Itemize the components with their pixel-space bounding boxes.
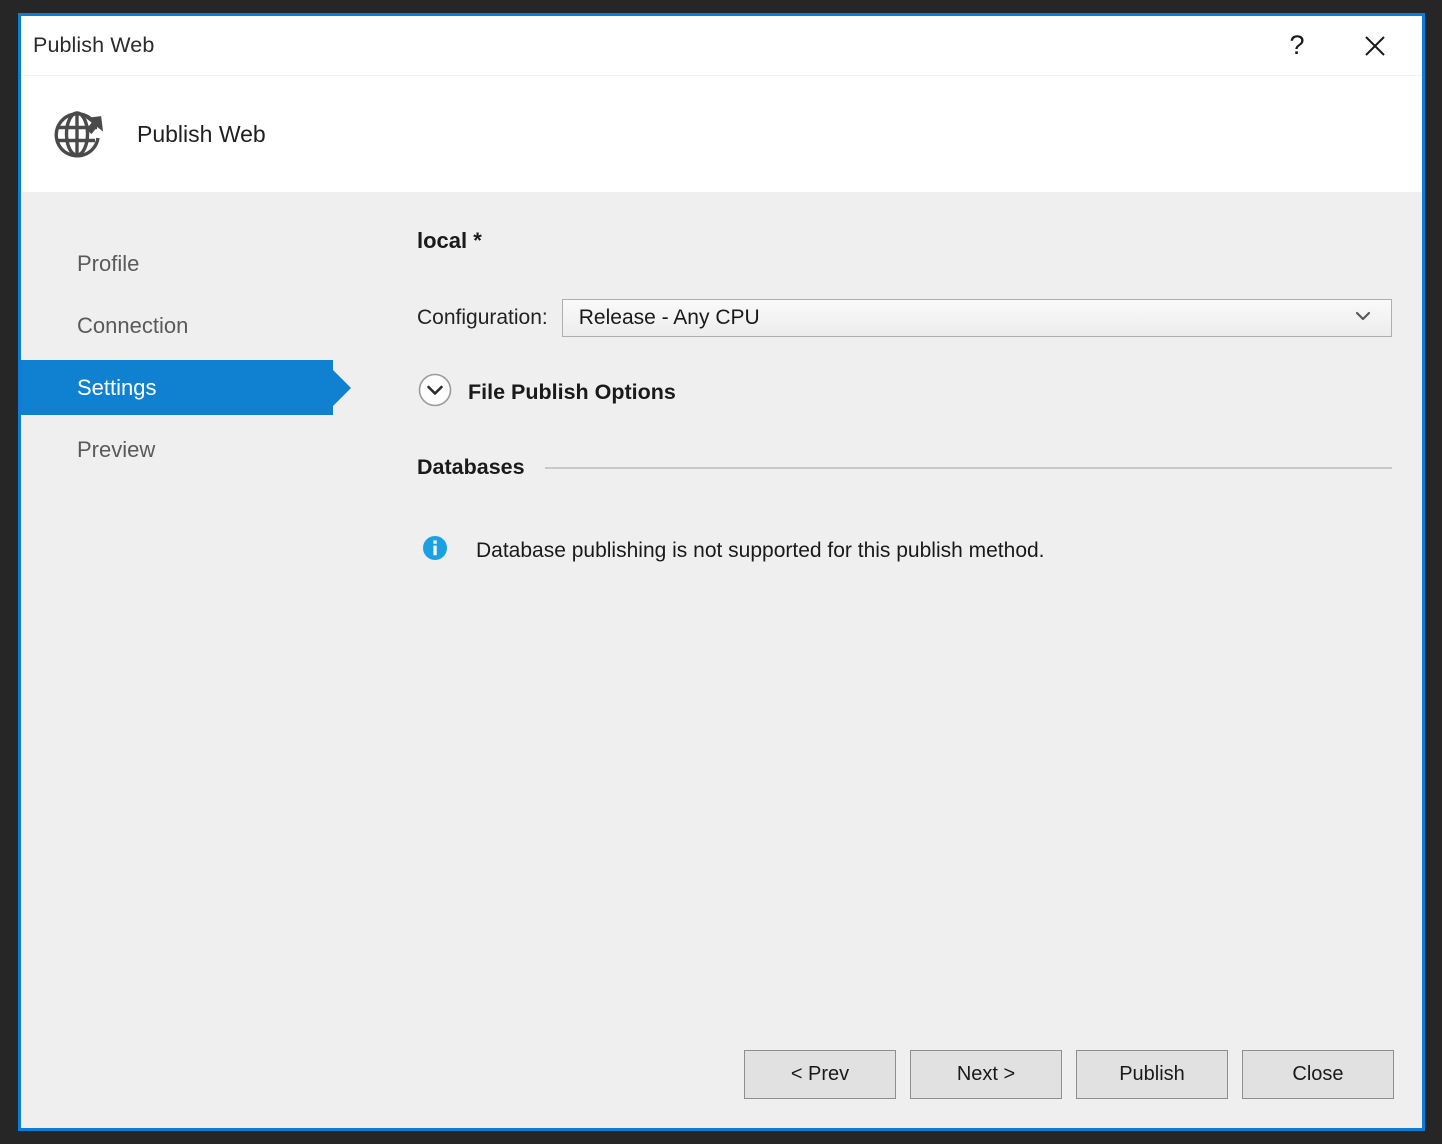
dialog-body: Profile Connection Settings Preview loca… bbox=[21, 192, 1422, 1020]
help-button[interactable]: ? bbox=[1264, 16, 1330, 75]
sidebar-nav: Profile Connection Settings Preview bbox=[21, 192, 406, 1020]
window-title: Publish Web bbox=[33, 33, 155, 57]
dialog-header-title: Publish Web bbox=[137, 120, 266, 147]
chevron-down-icon bbox=[1353, 306, 1373, 331]
close-icon[interactable] bbox=[1342, 16, 1408, 75]
sidebar-item-connection[interactable]: Connection bbox=[21, 298, 406, 353]
section-divider bbox=[544, 466, 1392, 469]
file-publish-options-expander[interactable]: File Publish Options bbox=[417, 372, 676, 413]
publish-web-dialog: Publish Web ? Publish Web Profile Connec… bbox=[18, 13, 1425, 1131]
sidebar-item-label: Connection bbox=[77, 312, 189, 338]
sidebar-item-label: Settings bbox=[77, 374, 157, 400]
configuration-label: Configuration: bbox=[417, 306, 548, 329]
sidebar-item-preview[interactable]: Preview bbox=[21, 422, 406, 477]
databases-section-header: Databases bbox=[417, 455, 1392, 480]
publish-button[interactable]: Publish bbox=[1076, 1049, 1228, 1099]
configuration-row: Configuration: Release - Any CPU bbox=[417, 299, 1392, 337]
sidebar-item-settings[interactable]: Settings bbox=[21, 360, 333, 415]
prev-button[interactable]: < Prev bbox=[744, 1049, 896, 1099]
sidebar-item-profile[interactable]: Profile bbox=[21, 236, 406, 291]
publish-globe-icon bbox=[51, 104, 111, 164]
file-publish-options-label: File Publish Options bbox=[468, 380, 676, 404]
close-dialog-button[interactable]: Close bbox=[1242, 1049, 1394, 1099]
profile-name: local * bbox=[417, 228, 482, 253]
settings-panel: local * Configuration: Release - Any CPU bbox=[406, 192, 1422, 1020]
database-info-row: Database publishing is not supported for… bbox=[417, 535, 1392, 566]
next-button[interactable]: Next > bbox=[910, 1049, 1062, 1099]
configuration-dropdown[interactable]: Release - Any CPU bbox=[561, 299, 1392, 337]
title-bar: Publish Web ? bbox=[21, 16, 1422, 76]
configuration-value: Release - Any CPU bbox=[578, 306, 760, 329]
info-icon bbox=[422, 535, 448, 566]
databases-heading: Databases bbox=[417, 455, 525, 479]
database-info-message: Database publishing is not supported for… bbox=[476, 538, 1045, 562]
chevron-down-circle-icon bbox=[417, 372, 453, 413]
sidebar-item-label: Preview bbox=[77, 436, 156, 462]
sidebar-item-label: Profile bbox=[77, 250, 140, 276]
dialog-header: Publish Web bbox=[21, 76, 1422, 192]
dialog-footer: < Prev Next > Publish Close bbox=[21, 1020, 1422, 1128]
